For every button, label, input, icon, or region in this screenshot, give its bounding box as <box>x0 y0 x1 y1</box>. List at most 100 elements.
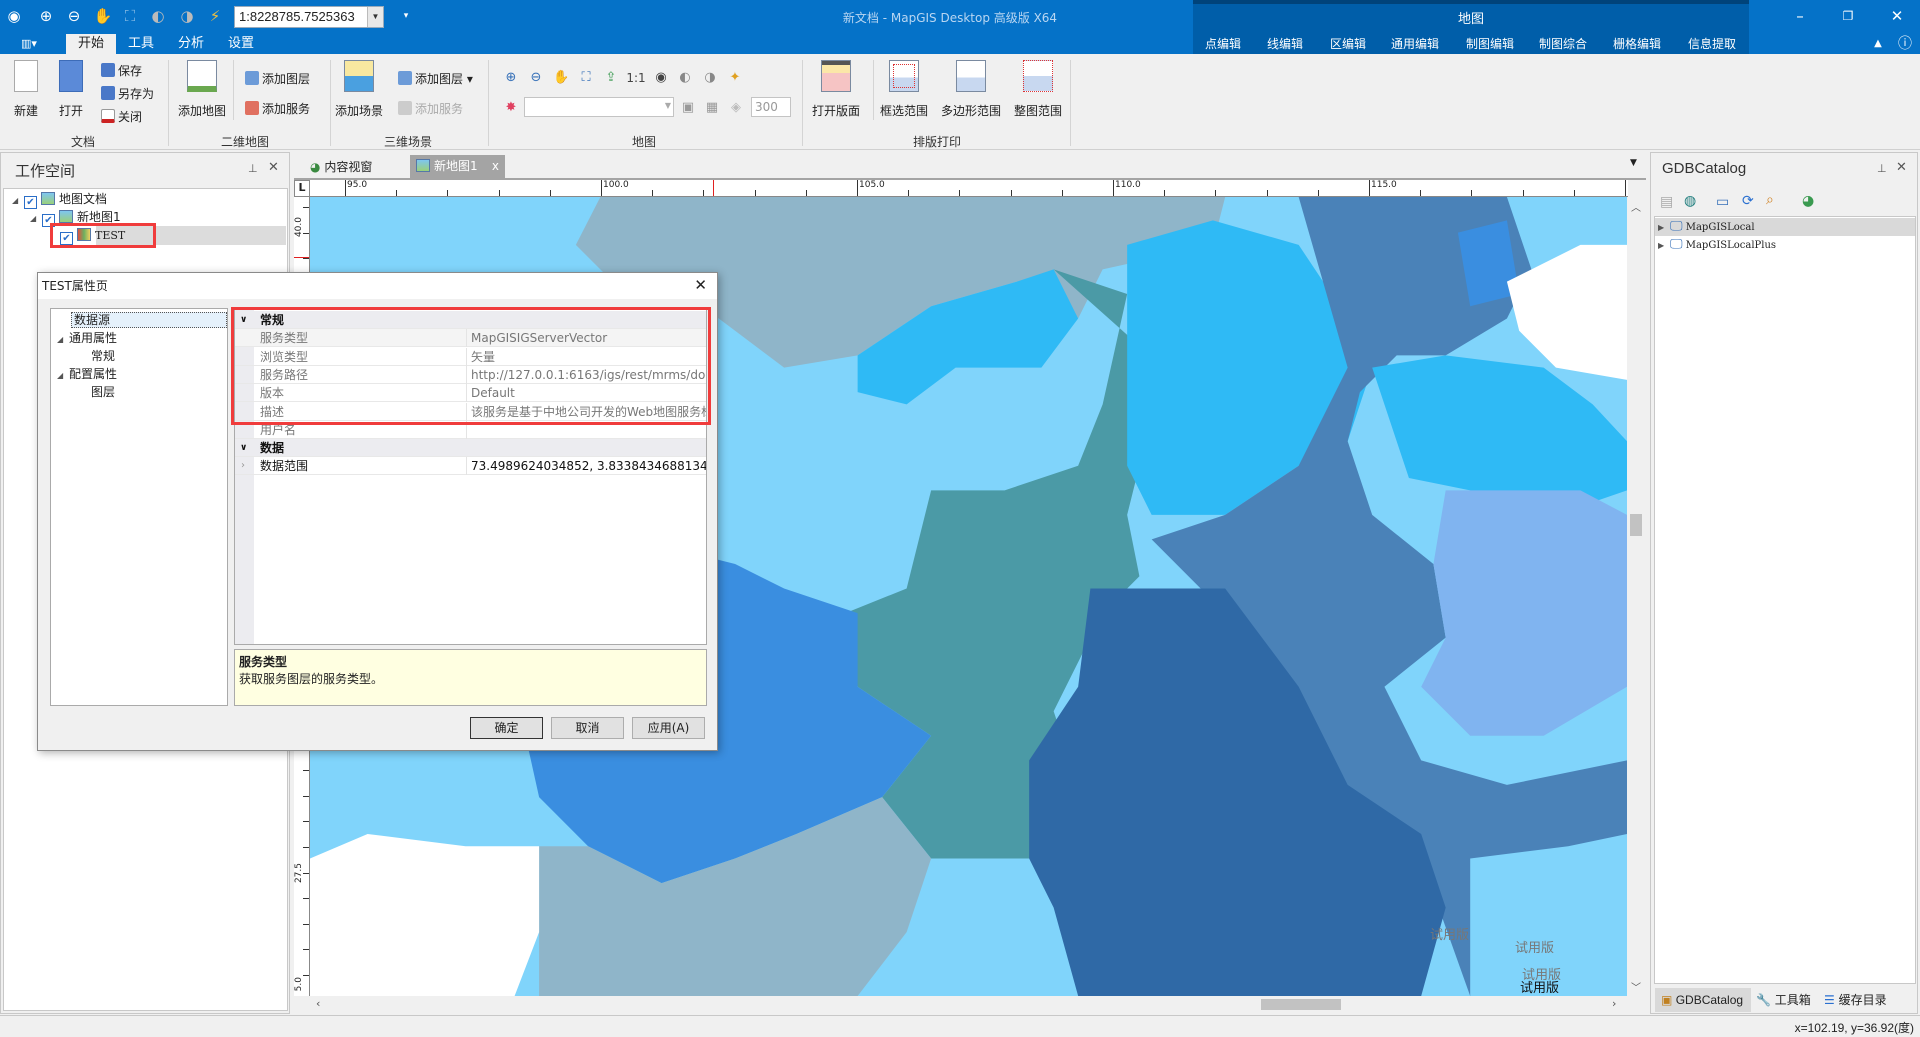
scroll-down-icon[interactable]: ﹀ <box>1631 979 1641 994</box>
vertical-scrollbar[interactable]: ︿ ﹀ <box>1627 197 1645 996</box>
region-polygon[interactable] <box>1421 490 1627 736</box>
zoom-in-icon[interactable]: ⊕ <box>36 6 56 26</box>
forward-view-icon[interactable]: ◑ <box>702 70 718 86</box>
zoom-in-icon[interactable]: ⊕ <box>503 70 519 86</box>
scrollbar-thumb[interactable] <box>1261 999 1341 1010</box>
tab-carto-general[interactable]: 制图综合 <box>1539 35 1587 52</box>
magic-wand-icon[interactable]: ✦ <box>727 70 743 86</box>
scroll-right-icon[interactable]: › <box>1612 997 1616 1010</box>
tab-settings[interactable]: 设置 <box>221 34 261 54</box>
image-tool-icon[interactable]: ▣ <box>680 100 696 116</box>
pin-icon[interactable]: ⊥ <box>1877 162 1887 175</box>
new-button[interactable]: 新建 <box>13 60 38 119</box>
app-globe-icon[interactable]: ◉ <box>4 6 24 26</box>
full-extent-icon[interactable]: ⛶ <box>120 6 140 26</box>
add-scene-button[interactable]: 添加场景 <box>335 60 383 119</box>
scrollbar-thumb[interactable] <box>1630 514 1642 536</box>
open-button[interactable]: 打开 <box>58 60 83 119</box>
forward-view-icon[interactable]: ◑ <box>177 6 197 26</box>
magic-wand-icon[interactable]: ⚡ <box>205 6 225 26</box>
close-panel-icon[interactable]: ✕ <box>268 160 279 175</box>
eye-icon[interactable]: ◉ <box>653 70 669 86</box>
tab-tools[interactable]: 工具 <box>121 34 161 54</box>
tab-cache-catalog[interactable]: ☰ 缓存目录 <box>1824 988 1887 1012</box>
add-layer-2d-button[interactable]: 添加图层 <box>245 70 310 87</box>
collapse-ribbon-icon[interactable]: ▲ <box>1868 34 1888 54</box>
dpi-input[interactable]: 300 <box>751 97 791 117</box>
close-tab-icon[interactable]: x <box>492 155 499 178</box>
property-row[interactable]: › 数据范围 73.4989624034852, 3.8338434688134, … <box>235 457 706 476</box>
zoom-out-icon[interactable]: ⊖ <box>64 6 84 26</box>
refresh-map-icon[interactable]: ⇪ <box>603 70 619 86</box>
expand-icon[interactable]: ▶ <box>1658 219 1670 237</box>
scale-combobox[interactable]: 1:8228785.7525363 ▼ <box>234 6 384 28</box>
pan-hand-icon[interactable]: ✋ <box>93 6 113 26</box>
tab-info-extract[interactable]: 信息提取 <box>1688 35 1736 52</box>
add-service-3d-button[interactable]: 添加服务 <box>398 100 463 117</box>
close-button[interactable]: ✕ <box>1887 6 1907 26</box>
collapse-icon[interactable]: ∨ <box>240 439 247 457</box>
pan-hand-icon[interactable]: ✋ <box>553 70 569 86</box>
catalog-item-local-plus[interactable]: ▶ 🖵 MapGISLocalPlus <box>1658 236 1776 254</box>
nav-item-general[interactable]: 常规 <box>91 347 115 365</box>
window-settings-icon[interactable]: ▭ <box>1716 194 1729 210</box>
close-doc-button[interactable]: 关闭 <box>101 108 142 125</box>
refresh-icon[interactable]: ⟳ <box>1742 193 1754 209</box>
tab-general-edit[interactable]: 通用编辑 <box>1391 35 1439 52</box>
tab-region-edit[interactable]: 区编辑 <box>1330 35 1366 52</box>
chevron-down-icon[interactable]: ▼ <box>367 7 383 27</box>
dialog-close-button[interactable]: ✕ <box>694 276 707 294</box>
expand-icon[interactable]: ◢ <box>12 192 24 210</box>
chevron-down-icon[interactable]: ▼ <box>665 101 671 110</box>
tab-content-view[interactable]: ◕ 内容视窗 <box>306 157 402 178</box>
expand-icon[interactable]: ▶ <box>1658 237 1670 255</box>
sparkle-icon[interactable]: ✸ <box>503 100 519 116</box>
full-range-button[interactable]: 整图范围 <box>1014 60 1062 119</box>
add-map-button[interactable]: 添加地图 <box>178 60 226 119</box>
tab-analysis[interactable]: 分析 <box>171 34 211 54</box>
scroll-left-icon[interactable]: ‹ <box>316 997 320 1010</box>
grid-tool-icon[interactable]: ▦ <box>704 100 720 116</box>
expand-icon[interactable]: ◢ <box>30 210 42 228</box>
tab-line-edit[interactable]: 线编辑 <box>1267 35 1303 52</box>
map-combobox[interactable]: ▼ <box>524 97 674 117</box>
info-icon[interactable]: ⓘ <box>1895 34 1915 54</box>
search-icon[interactable]: ⌕ <box>1766 192 1774 208</box>
tab-gdbcatalog[interactable]: ▣ GDBCatalog <box>1655 988 1751 1012</box>
expand-icon[interactable]: ◢ <box>57 367 69 385</box>
nav-item-datasource[interactable]: 数据源 <box>71 312 227 328</box>
nav-item-layers[interactable]: 图层 <box>91 383 115 401</box>
pin-icon[interactable]: ⊥ <box>248 162 258 175</box>
tab-new-map[interactable]: 新地图1 x <box>410 155 505 178</box>
zoom-out-icon[interactable]: ⊖ <box>528 70 544 86</box>
horizontal-scrollbar[interactable]: ‹ › <box>310 996 1627 1013</box>
tab-start[interactable]: 开始 <box>66 34 116 54</box>
polygon-range-button[interactable]: 多边形范围 <box>941 60 1001 119</box>
expand-icon[interactable]: › <box>241 457 245 475</box>
close-panel-icon[interactable]: ✕ <box>1896 160 1907 175</box>
file-menu-icon[interactable]: ▥▾ <box>14 34 44 54</box>
save-as-button[interactable]: 另存为 <box>101 85 154 102</box>
tab-list-dropdown-icon[interactable]: ▼ <box>1630 158 1637 168</box>
nav-item-general-props[interactable]: ◢ 通用属性 <box>57 329 117 347</box>
full-extent-icon[interactable]: ⛶ <box>578 70 594 86</box>
nav-item-config-props[interactable]: ◢ 配置属性 <box>57 365 117 383</box>
scroll-up-icon[interactable]: ︿ <box>1631 199 1641 214</box>
server-icon[interactable]: ◍ <box>1684 193 1696 209</box>
tab-carto-edit[interactable]: 制图编辑 <box>1466 35 1514 52</box>
add-service-2d-button[interactable]: 添加服务 <box>245 100 310 117</box>
expand-icon[interactable]: ◢ <box>57 331 69 349</box>
ok-button[interactable]: 确定 <box>470 717 543 739</box>
catalog-item-local[interactable]: ▶ 🖵 MapGISLocal <box>1658 218 1755 236</box>
one-to-one-button[interactable]: 1:1 <box>626 70 646 86</box>
rotate-tool-icon[interactable]: ◈ <box>728 100 744 116</box>
tab-raster-edit[interactable]: 栅格编辑 <box>1613 35 1661 52</box>
restore-button[interactable]: ❐ <box>1838 6 1858 26</box>
back-view-icon[interactable]: ◐ <box>148 6 168 26</box>
open-layout-button[interactable]: 打开版面 <box>812 60 860 119</box>
property-category[interactable]: ∨ 数据 <box>235 439 706 458</box>
back-view-icon[interactable]: ◐ <box>677 70 693 86</box>
globe-icon[interactable]: ◕ <box>1802 193 1814 209</box>
minimize-button[interactable]: – <box>1790 6 1810 26</box>
tab-toolbox[interactable]: 🔧 工具箱 <box>1756 988 1811 1012</box>
